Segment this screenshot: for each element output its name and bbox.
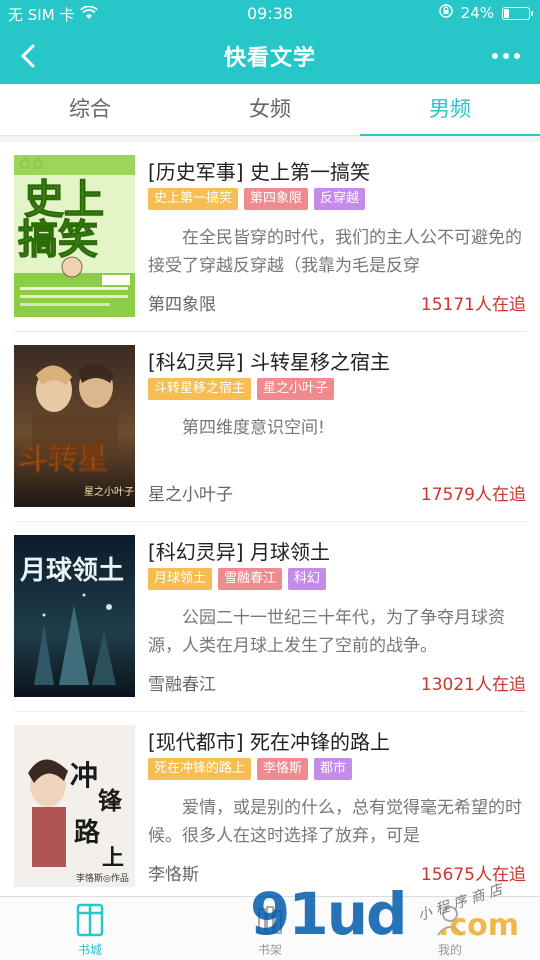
tab-female[interactable]: 女频 (180, 84, 360, 135)
book-tags: 斗转星移之宿主 星之小叶子 (148, 378, 335, 400)
book-cover[interactable]: 冲 锋 路 上 李恪斯◎作品 (14, 725, 135, 887)
more-dot (514, 53, 520, 59)
book-tags: 史上第一搞笑 第四象限 反穿越 (148, 188, 366, 210)
status-bar: 无 SIM 卡 09:38 24% (0, 0, 540, 28)
book-title[interactable]: [科幻灵异] 月球领土 (148, 536, 330, 565)
more-dots-icon (492, 53, 498, 59)
book-cover[interactable]: ✿✿ 史上 搞笑 (14, 155, 135, 317)
orientation-lock-icon (438, 4, 453, 22)
tag[interactable]: 都市 (314, 758, 353, 780)
svg-text:斗转星: 斗转星 (18, 442, 108, 477)
book-item[interactable]: 冲 锋 路 上 李恪斯◎作品 [现代都市] 死在冲锋的路上 死在冲锋的路上 李恪… (14, 712, 526, 902)
svg-text:✿✿: ✿✿ (18, 155, 45, 173)
svg-text:路: 路 (74, 817, 101, 848)
book-tags: 月球领土 雪融春江 科幻 (148, 568, 327, 590)
book-title[interactable]: [科幻灵异] 斗转星移之宿主 (148, 346, 390, 375)
tag[interactable]: 死在冲锋的路上 (148, 758, 252, 780)
tabbar-item-bookshelf[interactable]: 书架 (180, 897, 360, 960)
tag[interactable]: 史上第一搞笑 (148, 188, 239, 210)
category-tabs: 综合 女频 男频 (0, 84, 540, 136)
battery-icon (502, 6, 533, 20)
book-author: 第四象限 (148, 295, 216, 315)
battery-fill (504, 8, 509, 18)
book-title[interactable]: [现代都市] 死在冲锋的路上 (148, 726, 390, 755)
tag[interactable]: 反穿越 (314, 188, 366, 210)
book-item[interactable]: 斗转星 星之小叶子 [科幻灵异] 斗转星移之宿主 斗转星移之宿主 星之小叶子 第… (14, 332, 526, 522)
tag[interactable]: 李恪斯 (257, 758, 309, 780)
follower-count: 13021人在追 (420, 675, 526, 695)
book-tags: 死在冲锋的路上 李恪斯 都市 (148, 758, 353, 780)
battery-percent: 24% (460, 4, 494, 22)
book-item[interactable]: 月球领土 [科幻灵异] 月球领土 月球领土 雪融春江 科幻 公园二十一世纪三十年… (14, 522, 526, 712)
bookstore-icon (76, 903, 104, 937)
tag[interactable]: 月球领土 (148, 568, 213, 590)
tag[interactable]: 雪融春江 (218, 568, 283, 590)
book-author: 李恪斯 (148, 865, 199, 885)
profile-icon (437, 906, 463, 936)
svg-text:李恪斯◎作品: 李恪斯◎作品 (76, 872, 129, 884)
book-title[interactable]: [历史军事] 史上第一搞笑 (148, 156, 370, 185)
svg-text:上: 上 (102, 845, 124, 871)
book-description: 公园二十一世纪三十年代，为了争夺月球资源，人类在月球上发生了空前的战争。 (148, 608, 505, 656)
book-list: ✿✿ 史上 搞笑 [历史军事] 史上第一搞笑 史上第一搞笑 第四象限 反穿越 在… (0, 142, 540, 902)
book-author: 星之小叶子 (148, 485, 233, 505)
bookshelf-icon (258, 906, 282, 934)
more-button[interactable] (486, 38, 526, 74)
tabbar-item-profile[interactable]: 我的 (360, 897, 540, 960)
book-cover[interactable]: 月球领土 (14, 535, 135, 697)
more-dot (503, 53, 509, 59)
book-cover[interactable]: 斗转星 星之小叶子 (14, 345, 135, 507)
svg-text:冲: 冲 (70, 759, 98, 792)
svg-text:星之小叶子: 星之小叶子 (84, 485, 134, 498)
tag[interactable]: 科幻 (288, 568, 327, 590)
tab-male[interactable]: 男频 (360, 84, 540, 136)
follower-count: 15675人在追 (420, 865, 526, 885)
svg-text:月球领土: 月球领土 (19, 555, 124, 586)
bottom-tab-bar: 书城 书架 我的 (0, 896, 540, 960)
tag[interactable]: 星之小叶子 (257, 378, 335, 400)
follower-count: 17579人在追 (420, 485, 526, 505)
tab-general[interactable]: 综合 (0, 84, 180, 135)
book-item[interactable]: ✿✿ 史上 搞笑 [历史军事] 史上第一搞笑 史上第一搞笑 第四象限 反穿越 在… (14, 142, 526, 332)
tabbar-item-bookstore[interactable]: 书城 (0, 897, 180, 960)
tag[interactable]: 第四象限 (244, 188, 309, 210)
status-right: 24% (438, 4, 533, 22)
book-author: 雪融春江 (148, 675, 216, 695)
tag[interactable]: 斗转星移之宿主 (148, 378, 252, 400)
tabbar-label: 书城 (77, 943, 102, 957)
book-description: 第四维度意识空间! (182, 418, 325, 438)
svg-text:搞笑: 搞笑 (18, 216, 98, 263)
tabbar-label: 书架 (257, 943, 282, 957)
svg-text:锋: 锋 (98, 786, 123, 815)
tabbar-label: 我的 (437, 943, 462, 957)
follower-count: 15171人在追 (420, 295, 526, 315)
page-title: 快看文学 (223, 46, 316, 71)
book-description: 在全民皆穿的时代，我们的主人公不可避免的接受了穿越反穿越（我靠为毛是反穿 (148, 228, 522, 276)
book-description: 爱情，或是别的什么，总有觉得毫无希望的时候。很多人在这时选择了放弃，可是 (148, 798, 522, 846)
navigation-bar: 快看文学 (0, 28, 540, 84)
